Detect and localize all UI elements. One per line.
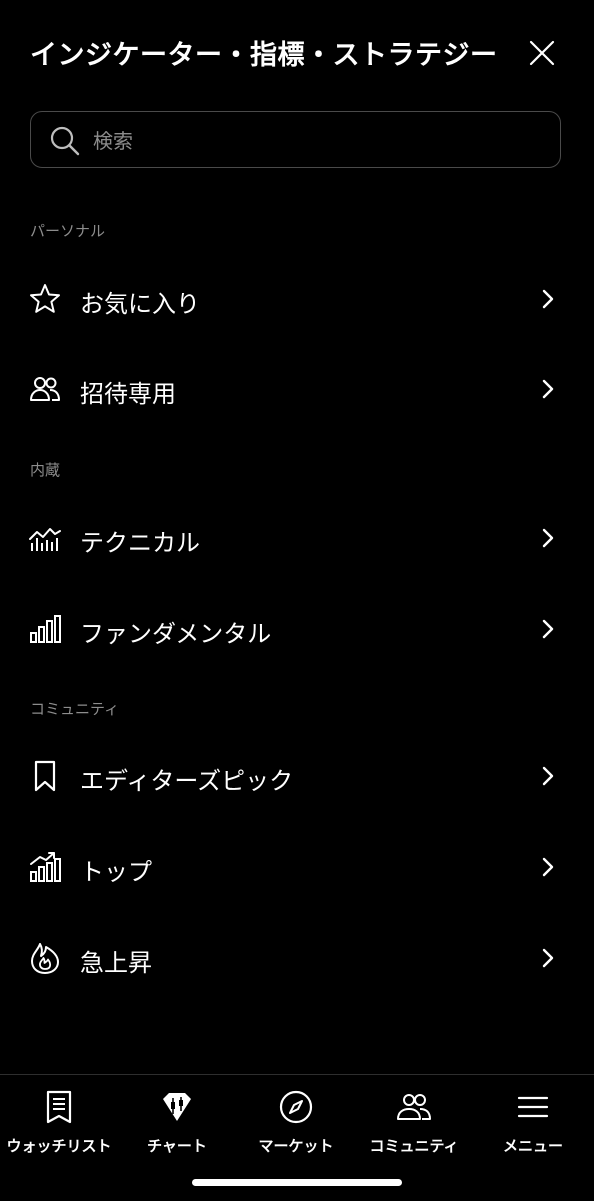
tab-label: ウォッチリスト xyxy=(6,1137,112,1155)
chevron-right-icon xyxy=(542,528,554,548)
tab-label: マーケット xyxy=(258,1137,334,1155)
community-icon xyxy=(397,1094,431,1120)
section-label-community: コミュニティ xyxy=(30,700,120,718)
bookmark-icon xyxy=(34,760,56,792)
list-item-label: お気に入り xyxy=(80,290,200,318)
menu-icon xyxy=(517,1096,549,1118)
list-item-label: 急上昇 xyxy=(80,949,152,977)
list-item-editors-picks[interactable]: エディターズピック xyxy=(0,735,594,815)
tab-chart[interactable]: チャート xyxy=(118,1083,236,1159)
users-icon xyxy=(30,377,60,401)
tab-menu[interactable]: メニュー xyxy=(474,1083,592,1159)
tab-watchlist[interactable]: ウォッチリスト xyxy=(0,1083,118,1159)
page-title: インジケーター・指標・ストラテジー xyxy=(30,40,498,71)
tab-community[interactable]: コミュニティ xyxy=(355,1083,473,1159)
list-item-fundamental[interactable]: ファンダメンタル xyxy=(0,588,594,668)
chart-candles-icon xyxy=(163,1093,191,1121)
section-label-builtin: 内蔵 xyxy=(30,461,61,479)
search-input[interactable] xyxy=(91,122,535,160)
section-label-personal: パーソナル xyxy=(30,222,106,240)
chevron-right-icon xyxy=(542,857,554,877)
list-item-label: トップ xyxy=(80,858,152,886)
technical-chart-icon xyxy=(29,528,61,551)
list-item-technical[interactable]: テクニカル xyxy=(0,497,594,577)
trending-bars-icon xyxy=(30,852,61,882)
tab-label: コミュニティ xyxy=(369,1137,459,1155)
chevron-right-icon xyxy=(542,619,554,639)
close-button[interactable] xyxy=(522,33,562,73)
list-item-label: テクニカル xyxy=(80,529,200,557)
list-item-top[interactable]: トップ xyxy=(0,826,594,906)
compass-icon xyxy=(279,1090,313,1124)
chevron-right-icon xyxy=(542,379,554,399)
chevron-right-icon xyxy=(542,948,554,968)
home-indicator[interactable] xyxy=(192,1179,402,1186)
tab-market[interactable]: マーケット xyxy=(237,1083,355,1159)
list-item-favorites[interactable]: お気に入り xyxy=(0,258,594,338)
header: インジケーター・指標・ストラテジー xyxy=(0,0,594,105)
search-icon xyxy=(50,126,80,156)
chevron-right-icon xyxy=(542,766,554,786)
flame-icon xyxy=(31,943,59,974)
chevron-right-icon xyxy=(542,289,554,309)
list-item-label: エディターズピック xyxy=(80,767,294,795)
bar-chart-icon xyxy=(30,615,61,643)
star-icon xyxy=(30,284,60,313)
list-item-label: 招待専用 xyxy=(80,380,176,408)
list-item-invite-only[interactable]: 招待専用 xyxy=(0,348,594,428)
watchlist-icon xyxy=(46,1090,72,1124)
tab-label: メニュー xyxy=(502,1137,563,1155)
tab-label: チャート xyxy=(147,1137,207,1155)
list-item-label: ファンダメンタル xyxy=(80,620,272,648)
search-box[interactable] xyxy=(30,111,561,168)
list-item-trending[interactable]: 急上昇 xyxy=(0,917,594,997)
close-icon[interactable] xyxy=(522,33,562,73)
